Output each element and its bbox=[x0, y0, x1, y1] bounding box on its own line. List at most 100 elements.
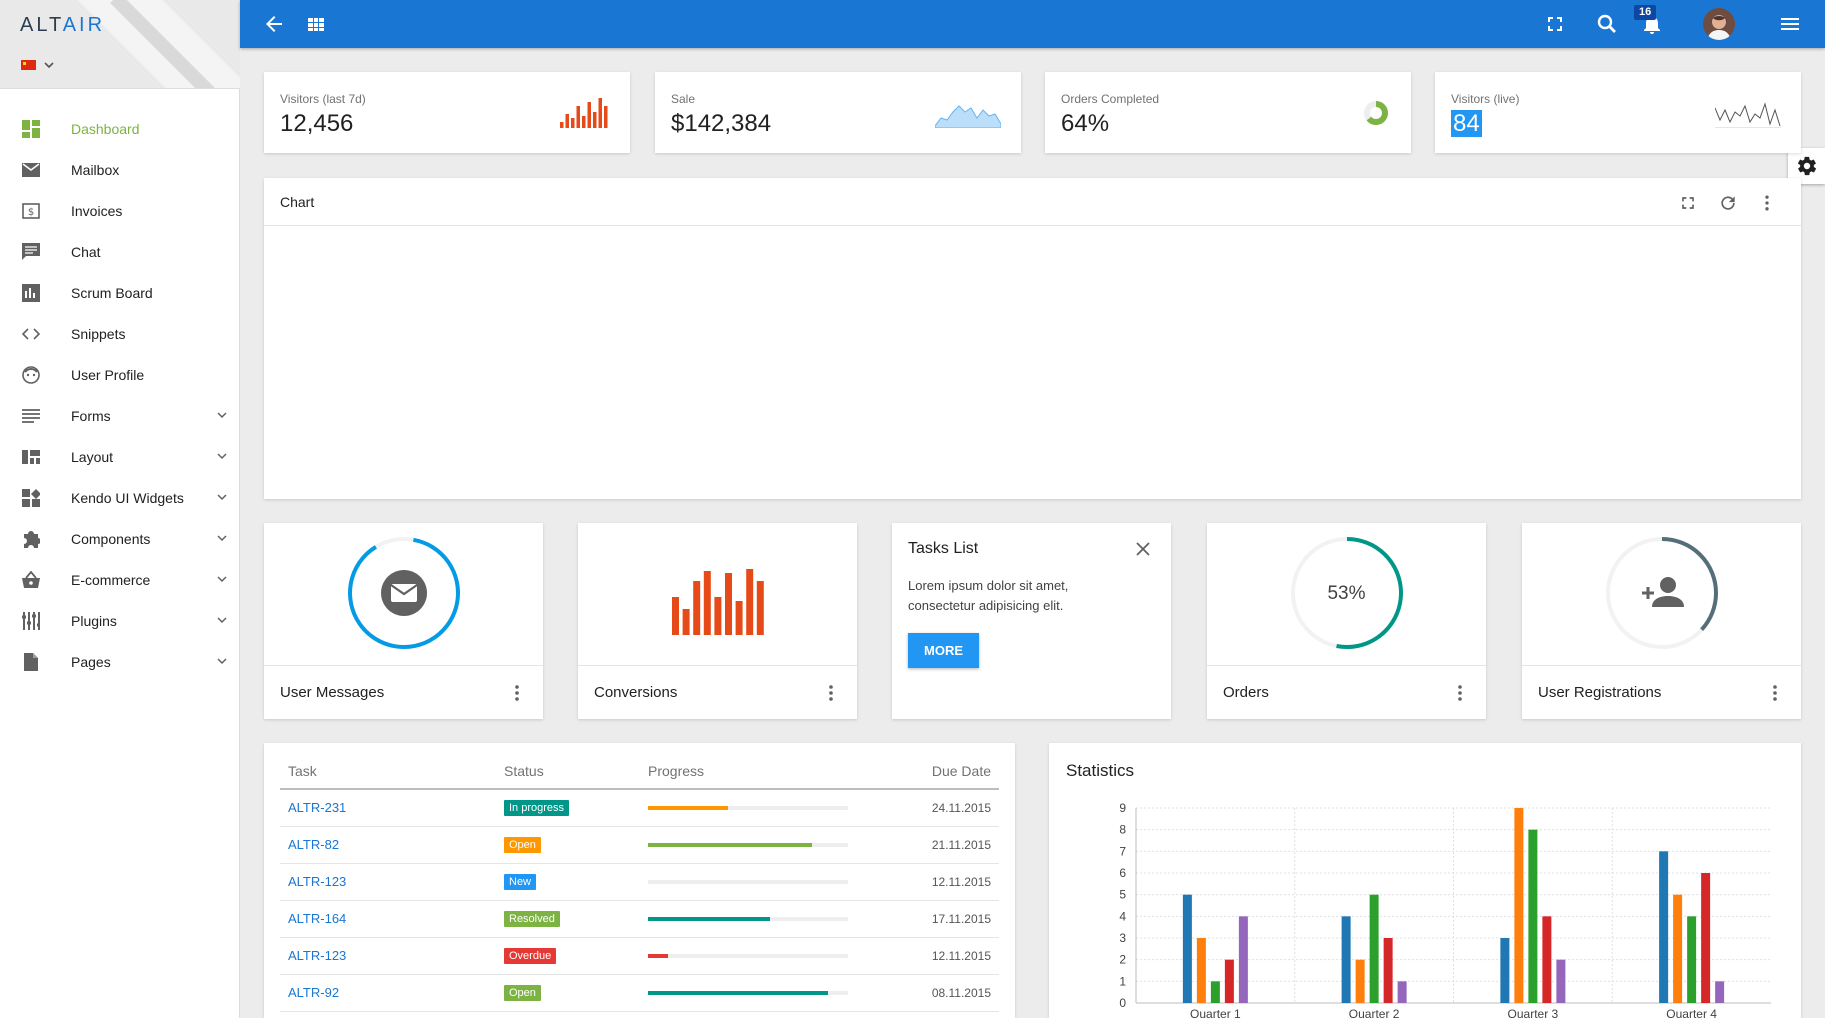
status-badge: Resolved bbox=[504, 911, 560, 927]
statistics-bar-chart: 0 1 2 3 4 5 6 7 8 9 Quarter 1 Quarter 2 Quarter 3 Qua… bbox=[1119, 801, 1771, 1018]
chevron-down-icon bbox=[44, 62, 54, 69]
sidebar-item-layout[interactable]: Layout bbox=[0, 436, 240, 477]
app-logo[interactable]: ALTAIR bbox=[20, 14, 105, 37]
task-link[interactable]: ALTR-123 bbox=[288, 874, 346, 889]
sidebar-item-chat[interactable]: Chat bbox=[0, 231, 240, 272]
tasks-list-title: Tasks List bbox=[908, 540, 979, 557]
back-arrow-icon[interactable] bbox=[262, 12, 286, 36]
sidebar-item-pages[interactable]: Pages bbox=[0, 641, 240, 682]
more-vertical-icon[interactable] bbox=[509, 683, 525, 703]
task-link[interactable]: ALTR-123 bbox=[288, 948, 346, 963]
more-vertical-icon[interactable] bbox=[1452, 683, 1468, 703]
spark-bar bbox=[582, 116, 586, 128]
chart-card-title: Chart bbox=[280, 194, 315, 210]
sidebar-item-user-profile[interactable]: User Profile bbox=[0, 354, 240, 395]
more-button[interactable]: MORE bbox=[908, 633, 979, 668]
search-icon[interactable] bbox=[1595, 12, 1619, 36]
chevron-down-icon bbox=[217, 658, 227, 665]
x-tick-label: Quarter 3 bbox=[1508, 1007, 1559, 1018]
language-switcher[interactable] bbox=[21, 60, 54, 70]
table-row: ALTR-82 Open 21.11.2015 bbox=[280, 826, 999, 864]
sidebar-item-label: Snippets bbox=[71, 325, 126, 342]
sidebar-item-mailbox[interactable]: Mailbox bbox=[0, 149, 240, 190]
task-link[interactable]: ALTR-164 bbox=[288, 911, 346, 926]
chevron-down-icon bbox=[217, 453, 227, 460]
statistics-card: 0 1 2 3 4 5 6 7 8 9 Quarter 1 Quarter 2 Quarter 3 Qua… bbox=[1049, 743, 1801, 1018]
user-messages-card: User Messages bbox=[264, 523, 543, 719]
line-sparkline bbox=[1715, 102, 1781, 128]
stat-card-orders-completed: Orders Completed 64% bbox=[1045, 72, 1411, 153]
due-date: 12.11.2015 bbox=[870, 937, 999, 975]
sidebar-item-dashboard[interactable]: Dashboard bbox=[0, 108, 240, 149]
registrations-progress-ring bbox=[1605, 537, 1718, 649]
spark-bar bbox=[587, 102, 591, 128]
bar bbox=[1528, 829, 1538, 1003]
column-header-due-date: Due Date bbox=[870, 753, 999, 790]
menu-hamburger-icon[interactable] bbox=[1778, 12, 1802, 36]
sidebar-item-plugins[interactable]: Plugins bbox=[0, 600, 240, 641]
scrum-board-icon bbox=[22, 284, 40, 302]
sidebar-item-scrum-board[interactable]: Scrum Board bbox=[0, 272, 240, 313]
sidebar-item-invoices[interactable]: $ Invoices bbox=[0, 190, 240, 231]
due-date: 21.11.2015 bbox=[870, 826, 999, 864]
card-label: Conversions bbox=[594, 684, 678, 701]
sidebar-item-components[interactable]: Components bbox=[0, 518, 240, 559]
sidebar-item-label: Mailbox bbox=[71, 161, 120, 178]
stat-card-visitors-live: Visitors (live) 84 bbox=[1435, 72, 1801, 153]
sidebar-menu: Dashboard Mailbox $ Invoices Chat Scrum B… bbox=[0, 108, 240, 682]
bar bbox=[1355, 959, 1365, 1003]
puzzle-icon bbox=[24, 531, 40, 548]
sidebar-item-forms[interactable]: Forms bbox=[0, 395, 240, 436]
forms-icon bbox=[22, 409, 40, 423]
sidebar-item-kendo-ui-widgets[interactable]: Kendo UI Widgets bbox=[0, 477, 240, 518]
tasks-list-card: Tasks List Lorem ipsum dolor sit amet, c… bbox=[892, 523, 1171, 719]
sidebar-item-label: Layout bbox=[71, 448, 114, 465]
stat-label: Visitors (live) bbox=[1451, 92, 1520, 106]
sidebar-item-label: Scrum Board bbox=[71, 284, 153, 301]
conversion-bar bbox=[713, 597, 721, 635]
card-label: User Registrations bbox=[1538, 684, 1662, 701]
stat-value: $142,384 bbox=[671, 110, 772, 137]
equalizer-icon bbox=[22, 612, 40, 630]
spark-bar bbox=[576, 106, 580, 128]
messages-progress-ring bbox=[347, 537, 460, 649]
user-avatar[interactable] bbox=[1703, 8, 1735, 40]
mail-icon bbox=[389, 584, 418, 602]
spark-bar bbox=[560, 122, 564, 128]
widgets-icon bbox=[22, 489, 40, 507]
more-vertical-icon[interactable] bbox=[1767, 683, 1783, 703]
person-add-icon bbox=[1641, 577, 1684, 607]
progress-bar bbox=[648, 805, 848, 810]
more-vertical-icon[interactable] bbox=[1757, 193, 1777, 213]
conversion-bar bbox=[682, 609, 690, 635]
tasks-list-description: Lorem ipsum dolor sit amet, consectetur … bbox=[908, 578, 1069, 613]
y-tick-label: 6 bbox=[1119, 866, 1126, 880]
china-flag-icon bbox=[21, 60, 36, 70]
task-link[interactable]: ALTR-82 bbox=[288, 837, 339, 852]
stat-label: Visitors (last 7d) bbox=[280, 92, 366, 106]
status-badge: New bbox=[504, 874, 537, 890]
close-icon[interactable] bbox=[1133, 539, 1153, 559]
user-registrations-card: User Registrations bbox=[1522, 523, 1801, 719]
more-vertical-icon[interactable] bbox=[823, 683, 839, 703]
apps-grid-icon[interactable] bbox=[304, 12, 328, 36]
chat-icon bbox=[22, 243, 40, 260]
fullscreen-icon[interactable] bbox=[1678, 193, 1698, 213]
task-link[interactable]: ALTR-231 bbox=[288, 800, 346, 815]
conversions-card: Conversions bbox=[578, 523, 857, 719]
fullscreen-icon[interactable] bbox=[1543, 12, 1567, 36]
refresh-icon[interactable] bbox=[1718, 193, 1738, 213]
bar bbox=[1715, 981, 1725, 1003]
chevron-down-icon bbox=[217, 412, 227, 419]
spark-bar bbox=[598, 98, 602, 128]
bar bbox=[1397, 981, 1407, 1003]
progress-bar bbox=[648, 953, 848, 958]
dashboard-icon bbox=[22, 120, 40, 138]
y-tick-label: 0 bbox=[1119, 996, 1126, 1010]
task-link[interactable]: ALTR-92 bbox=[288, 985, 339, 1000]
sidebar-item-snippets[interactable]: Snippets bbox=[0, 313, 240, 354]
sidebar-item-e-commerce[interactable]: E-commerce bbox=[0, 559, 240, 600]
task-table-card: Task Status Progress Due Date ALTR-231 I… bbox=[264, 743, 1015, 1018]
table-row: ALTR-92 Open 08.11.2015 bbox=[280, 974, 999, 1012]
mail-icon bbox=[22, 163, 40, 177]
